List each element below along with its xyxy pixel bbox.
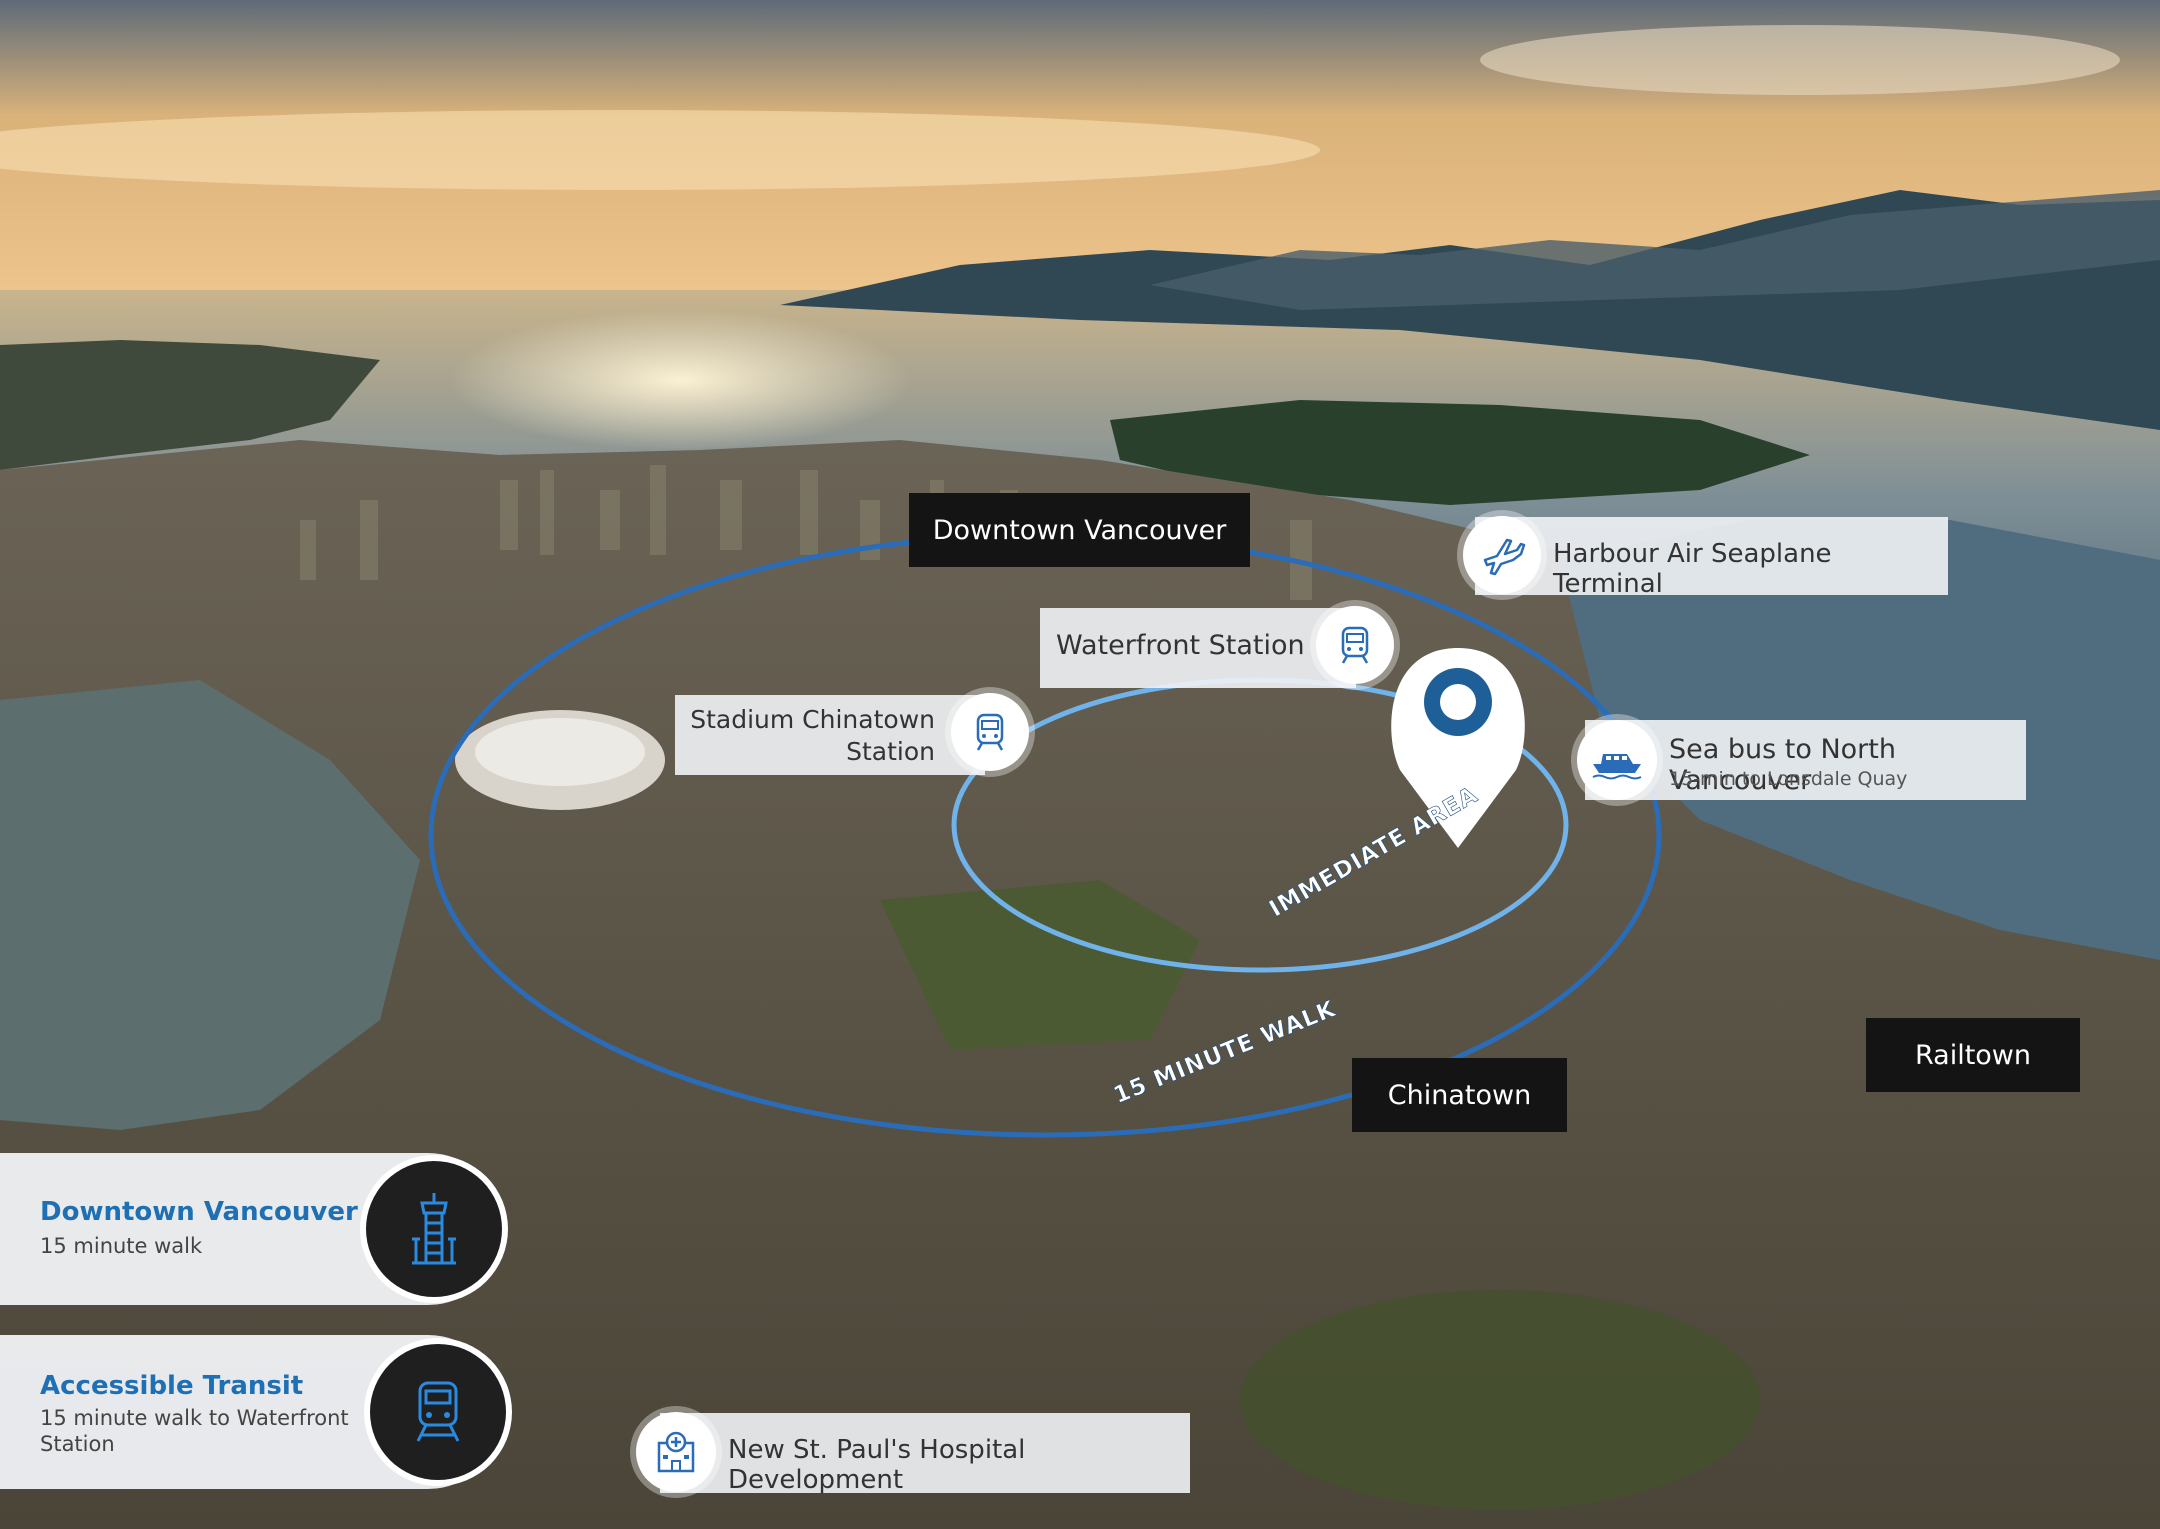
seaplane-terminal-label[interactable]: Harbour Air Seaplane Terminal (1475, 517, 1948, 599)
stadium-chinatown-station-label[interactable]: Stadium Chinatown Station (675, 695, 985, 775)
chinatown-label[interactable]: Chinatown (1352, 1058, 1567, 1132)
tower-icon (366, 1161, 502, 1297)
ferry-icon[interactable] (1577, 720, 1657, 800)
downtown-card-subtitle: 15 minute walk (40, 1234, 203, 1258)
train-icon[interactable] (951, 693, 1029, 771)
transit-card-subtitle-line2: Station (40, 1432, 115, 1456)
transit-card[interactable]: Accessible Transit 15 minute walk to Wat… (0, 1335, 506, 1489)
downtown-vancouver-label[interactable]: Downtown Vancouver (909, 493, 1250, 567)
seabus-subtitle: 15-min to Lonsdale Quay (1669, 768, 1908, 790)
stadium-station-line1: Stadium Chinatown (690, 705, 935, 734)
transit-card-subtitle-line1: 15 minute walk to Waterfront (40, 1406, 349, 1430)
map-view: IMMEDIATE AREA 15 MINUTE WALK Downtown V… (0, 0, 2160, 1529)
downtown-card-title: Downtown Vancouver (40, 1197, 358, 1227)
stadium-station-line2: Station (846, 737, 935, 766)
train-icon (370, 1344, 506, 1480)
seaplane-terminal-text: Harbour Air Seaplane Terminal (1553, 539, 1832, 599)
train-icon[interactable] (1316, 606, 1394, 684)
transit-card-title: Accessible Transit (40, 1371, 304, 1401)
hospital-label[interactable]: New St. Paul's Hospital Development (660, 1413, 1190, 1495)
waterfront-station-label[interactable]: Waterfront Station (1040, 608, 1356, 688)
hospital-icon[interactable] (636, 1412, 716, 1492)
hospital-text: New St. Paul's Hospital Development (728, 1435, 1026, 1495)
waterfront-station-text: Waterfront Station (1056, 630, 1305, 661)
airplane-icon[interactable] (1463, 516, 1541, 594)
downtown-card[interactable]: Downtown Vancouver 15 minute walk (0, 1153, 502, 1305)
railtown-label[interactable]: Railtown (1866, 1018, 2080, 1092)
